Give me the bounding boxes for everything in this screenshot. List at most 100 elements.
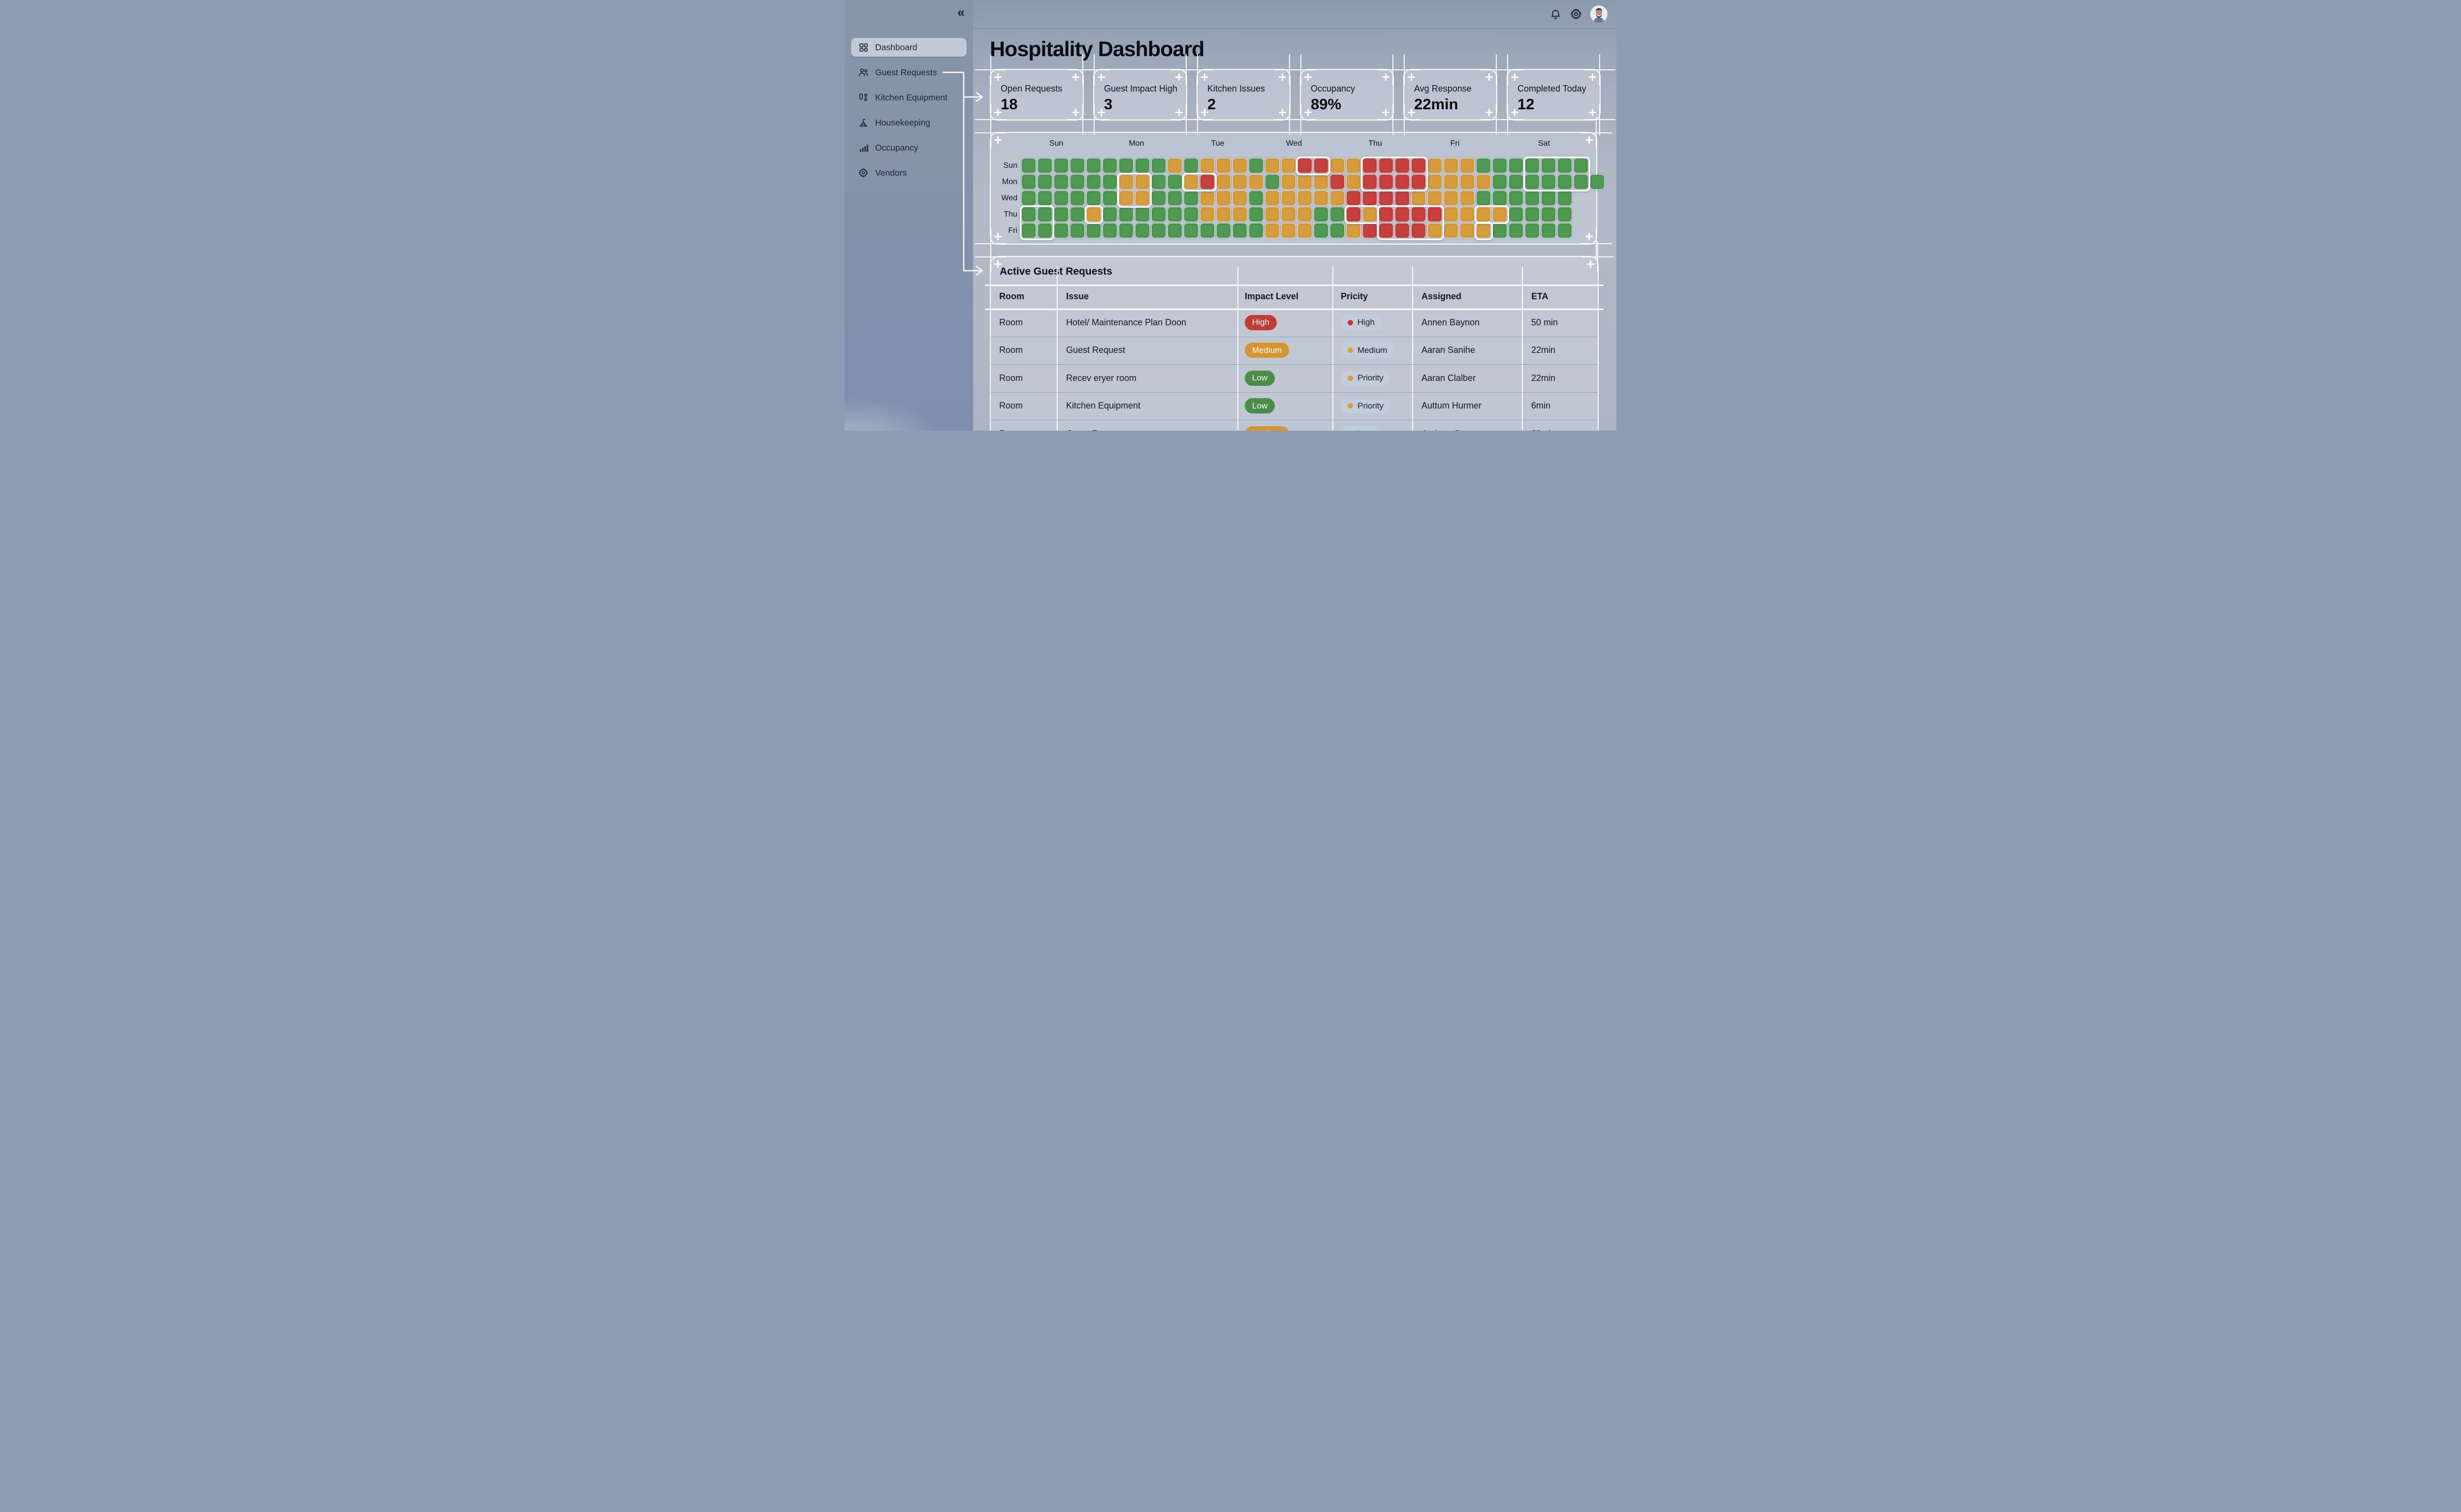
table-header-room[interactable]: Room xyxy=(991,284,1057,309)
heatmap-cell[interactable] xyxy=(1200,207,1215,222)
heatmap-cell[interactable] xyxy=(1557,223,1572,238)
heatmap-cell[interactable] xyxy=(1038,223,1052,238)
heatmap-cell[interactable] xyxy=(1151,174,1166,189)
heatmap-cell[interactable] xyxy=(1265,190,1280,206)
heatmap-cell[interactable] xyxy=(1460,223,1475,238)
table-header-impact-level[interactable]: Impact Level xyxy=(1237,284,1332,309)
heatmap-cell[interactable] xyxy=(1476,207,1491,222)
heatmap-cell[interactable] xyxy=(1184,207,1199,222)
heatmap-cell[interactable] xyxy=(1379,207,1393,222)
heatmap-cell[interactable] xyxy=(1509,207,1523,222)
heatmap-cell[interactable] xyxy=(1281,223,1296,238)
heatmap-cell[interactable] xyxy=(1070,158,1085,173)
heatmap-cell[interactable] xyxy=(1265,174,1280,189)
stat-card-completed-today[interactable]: Completed Today12 xyxy=(1507,69,1601,121)
heatmap-cell[interactable] xyxy=(1184,190,1199,206)
heatmap-cell[interactable] xyxy=(1151,207,1166,222)
heatmap-cell[interactable] xyxy=(1379,158,1393,173)
heatmap-cell[interactable] xyxy=(1492,223,1507,238)
heatmap-cell[interactable] xyxy=(1216,174,1231,189)
heatmap-cell[interactable] xyxy=(1427,190,1442,206)
heatmap-cell[interactable] xyxy=(1038,207,1052,222)
heatmap-cell[interactable] xyxy=(1574,174,1588,189)
table-header-eta[interactable]: ETA xyxy=(1522,284,1590,309)
heatmap-cell[interactable] xyxy=(1460,158,1475,173)
heatmap-cell[interactable] xyxy=(1395,190,1410,206)
heatmap-cell[interactable] xyxy=(1444,158,1458,173)
heatmap-cell[interactable] xyxy=(1427,158,1442,173)
heatmap-cell[interactable] xyxy=(1070,207,1085,222)
heatmap-cell[interactable] xyxy=(1135,158,1150,173)
heatmap-cell[interactable] xyxy=(1297,223,1312,238)
heatmap-cell[interactable] xyxy=(1119,190,1134,206)
table-row[interactable]: RoomGuest RequestMediumMediumAaran Sanih… xyxy=(991,337,1598,365)
avatar[interactable] xyxy=(1590,5,1608,23)
heatmap-cell[interactable] xyxy=(1232,174,1247,189)
heatmap-cell[interactable] xyxy=(1054,207,1069,222)
heatmap-cell[interactable] xyxy=(1200,174,1215,189)
heatmap-cell[interactable] xyxy=(1427,223,1442,238)
heatmap-cell[interactable] xyxy=(1492,158,1507,173)
table-row[interactable]: RoomKitchen EquipmentLowPriorityAuttum H… xyxy=(991,392,1598,420)
heatmap-cell[interactable] xyxy=(1184,223,1199,238)
stat-card-guest-impact-high[interactable]: Guest Impact High3 xyxy=(1093,69,1187,121)
heatmap-cell[interactable] xyxy=(1346,174,1361,189)
heatmap-cell[interactable] xyxy=(1314,174,1328,189)
heatmap-cell[interactable] xyxy=(1411,223,1426,238)
heatmap-cell[interactable] xyxy=(1086,158,1101,173)
stat-card-occupancy[interactable]: Occupancy89% xyxy=(1300,69,1394,121)
heatmap-cell[interactable] xyxy=(1525,190,1540,206)
heatmap-cell[interactable] xyxy=(1021,223,1036,238)
heatmap-cell[interactable] xyxy=(1086,190,1101,206)
sidebar-item-vendors[interactable]: Vendors xyxy=(851,163,967,182)
heatmap-cell[interactable] xyxy=(1525,174,1540,189)
stat-card-kitchen-issues[interactable]: Kitchen Issues2 xyxy=(1197,69,1291,121)
heatmap-cell[interactable] xyxy=(1119,158,1134,173)
heatmap-cell[interactable] xyxy=(1395,223,1410,238)
heatmap-cell[interactable] xyxy=(1135,207,1150,222)
heatmap-cell[interactable] xyxy=(1281,174,1296,189)
heatmap-cell[interactable] xyxy=(1541,190,1556,206)
gear-icon[interactable] xyxy=(1570,7,1582,20)
heatmap-cell[interactable] xyxy=(1509,174,1523,189)
heatmap-cell[interactable] xyxy=(1135,174,1150,189)
heatmap-cell[interactable] xyxy=(1476,158,1491,173)
heatmap-cell[interactable] xyxy=(1346,223,1361,238)
heatmap-cell[interactable] xyxy=(1411,174,1426,189)
heatmap-cell[interactable] xyxy=(1492,207,1507,222)
heatmap-cell[interactable] xyxy=(1492,174,1507,189)
heatmap-cell[interactable] xyxy=(1314,207,1328,222)
heatmap-cell[interactable] xyxy=(1460,174,1475,189)
heatmap-cell[interactable] xyxy=(1476,190,1491,206)
heatmap-cell[interactable] xyxy=(1232,207,1247,222)
heatmap-cell[interactable] xyxy=(1297,158,1312,173)
heatmap-cell[interactable] xyxy=(1395,158,1410,173)
heatmap-cell[interactable] xyxy=(1362,174,1377,189)
heatmap-cell[interactable] xyxy=(1395,174,1410,189)
heatmap-cell[interactable] xyxy=(1054,174,1069,189)
heatmap-cell[interactable] xyxy=(1038,158,1052,173)
sidebar-item-guest-requests[interactable]: Guest Requests xyxy=(851,63,967,82)
heatmap-cell[interactable] xyxy=(1070,223,1085,238)
heatmap-cell[interactable] xyxy=(1249,223,1263,238)
heatmap-cell[interactable] xyxy=(1574,158,1588,173)
heatmap-cell[interactable] xyxy=(1038,174,1052,189)
heatmap-cell[interactable] xyxy=(1509,223,1523,238)
heatmap-cell[interactable] xyxy=(1460,190,1475,206)
heatmap-cell[interactable] xyxy=(1314,158,1328,173)
heatmap-cell[interactable] xyxy=(1119,174,1134,189)
heatmap-cell[interactable] xyxy=(1476,174,1491,189)
heatmap-cell[interactable] xyxy=(1135,223,1150,238)
heatmap-cell[interactable] xyxy=(1557,190,1572,206)
heatmap-cell[interactable] xyxy=(1086,174,1101,189)
heatmap-cell[interactable] xyxy=(1541,158,1556,173)
heatmap-cell[interactable] xyxy=(1167,223,1182,238)
heatmap-cell[interactable] xyxy=(1070,174,1085,189)
heatmap-cell[interactable] xyxy=(1151,223,1166,238)
heatmap-cell[interactable] xyxy=(1216,223,1231,238)
heatmap-cell[interactable] xyxy=(1054,190,1069,206)
heatmap-cell[interactable] xyxy=(1200,158,1215,173)
heatmap-cell[interactable] xyxy=(1379,174,1393,189)
heatmap-cell[interactable] xyxy=(1265,223,1280,238)
heatmap-cell[interactable] xyxy=(1460,207,1475,222)
